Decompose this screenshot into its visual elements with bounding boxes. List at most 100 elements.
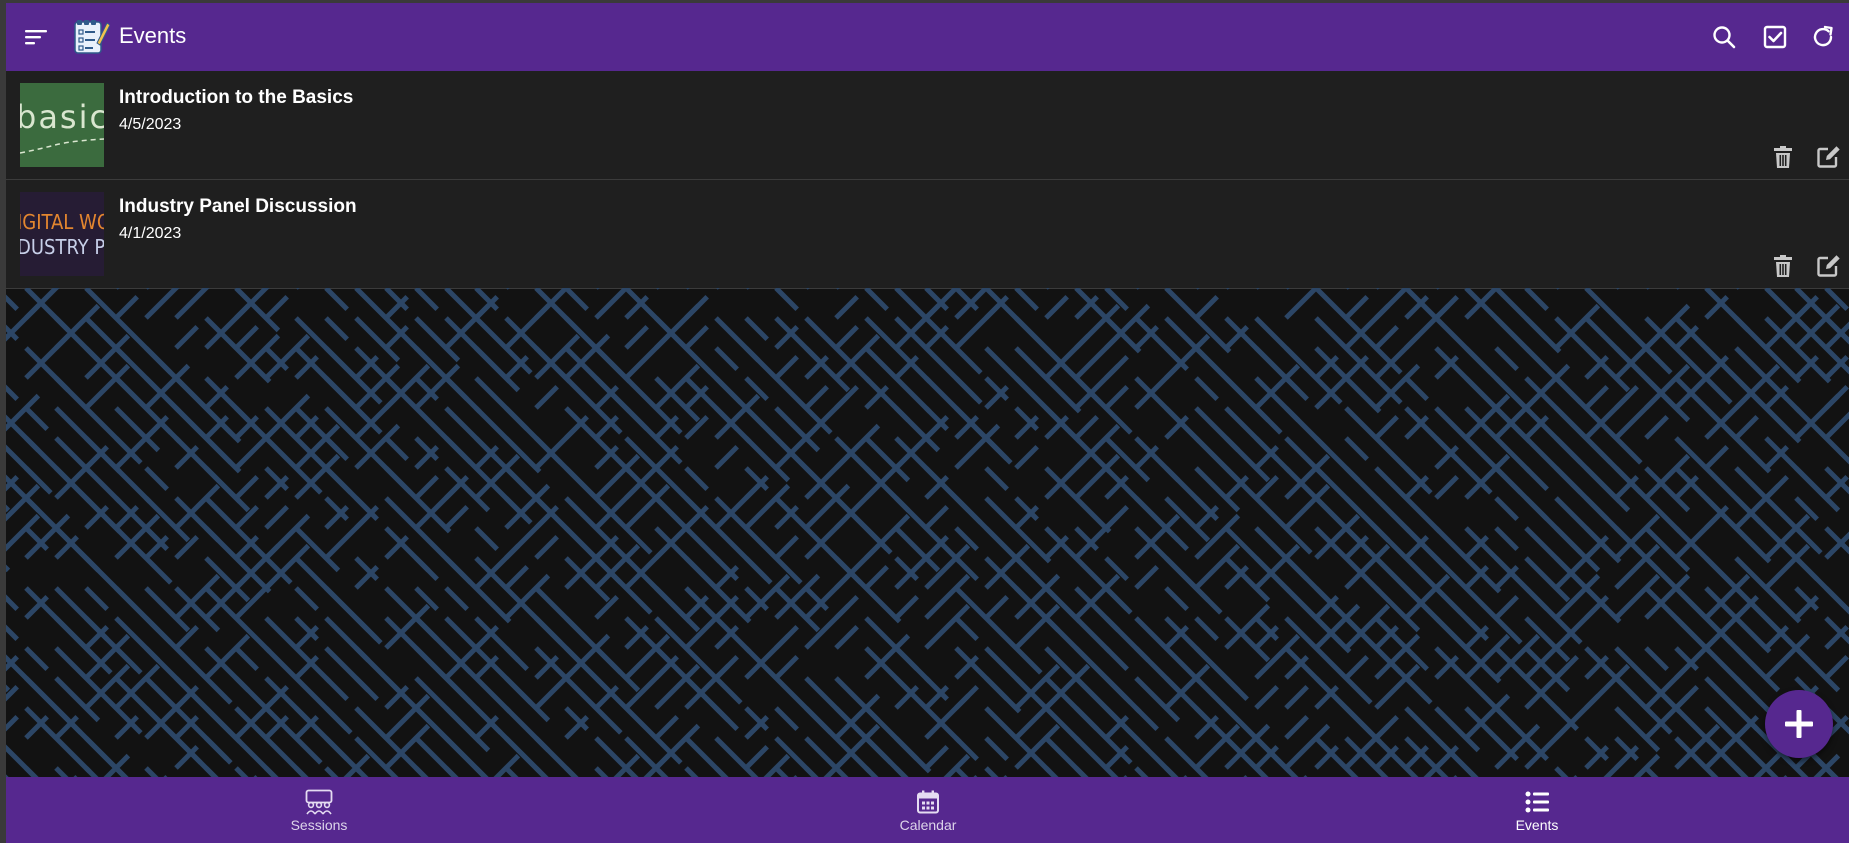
maze-line	[954, 685, 979, 710]
event-thumbnail: IGITAL WORL DUSTRY PAN	[20, 192, 104, 276]
maze-line	[744, 556, 769, 581]
maze-line	[984, 736, 1009, 761]
maze-line	[864, 346, 932, 414]
maze-line	[1164, 586, 1189, 611]
maze-line	[984, 436, 1009, 461]
maze-line	[504, 646, 529, 671]
maze-line	[324, 316, 349, 341]
maze-line	[834, 556, 902, 624]
maze-line	[804, 385, 829, 410]
maze-line	[264, 616, 332, 684]
maze-line	[6, 294, 19, 311]
trash-icon[interactable]	[1769, 252, 1797, 280]
maze-line	[1374, 325, 1399, 350]
maze-line	[804, 706, 872, 774]
maze-line	[984, 496, 1052, 564]
maze-line	[1584, 496, 1609, 521]
maze-line	[804, 316, 872, 384]
maze-line	[1584, 385, 1609, 410]
maze-line	[1344, 295, 1369, 320]
maze-line	[24, 646, 49, 671]
maze-line	[534, 385, 559, 410]
add-event-button[interactable]	[1765, 690, 1833, 758]
app-window: Events basic Introduction to the Basics …	[6, 3, 1849, 843]
maze-line	[654, 496, 722, 564]
maze-line	[1344, 655, 1369, 680]
maze-line	[384, 436, 409, 461]
maze-line	[114, 376, 182, 444]
maze-line	[1044, 295, 1069, 320]
maze-line	[1044, 466, 1112, 534]
maze-line	[1074, 706, 1099, 731]
maze-line	[1314, 526, 1382, 594]
edit-icon[interactable]	[1814, 252, 1842, 280]
maze-line	[1764, 475, 1789, 500]
maze-line	[204, 526, 272, 594]
maze-line	[534, 535, 559, 560]
maze-line	[444, 505, 469, 530]
maze-line	[1734, 316, 1802, 384]
maze-line	[864, 565, 889, 590]
maze-line	[864, 736, 889, 761]
maze-line	[1014, 676, 1082, 744]
maze-line	[1734, 556, 1802, 624]
maze-line	[834, 595, 859, 620]
maze-line	[714, 346, 739, 371]
nav-item-events[interactable]: Events	[1437, 777, 1637, 843]
events-list: basic Introduction to the Basics 4/5/202…	[6, 71, 1849, 289]
maze-line	[924, 505, 949, 530]
maze-line	[1164, 526, 1189, 551]
maze-line	[1494, 496, 1519, 521]
maze-line	[1194, 295, 1219, 320]
maze-line	[1644, 415, 1669, 440]
maze-line	[1644, 646, 1669, 671]
maze-line	[144, 466, 169, 491]
event-date: 4/5/2023	[119, 116, 182, 133]
maze-line	[324, 288, 349, 311]
maze-line	[324, 736, 349, 761]
maze-line	[1494, 595, 1519, 620]
maze-line	[1794, 406, 1849, 465]
maze-background	[6, 288, 1849, 778]
maze-line	[444, 586, 469, 611]
maze-line	[1824, 655, 1849, 680]
maze-line	[1434, 616, 1502, 684]
maze-line	[684, 556, 752, 624]
maze-line	[1074, 415, 1099, 440]
maze-line	[204, 736, 229, 761]
nav-item-calendar[interactable]: Calendar	[828, 777, 1028, 843]
maze-line	[54, 436, 122, 504]
sessions-icon	[305, 789, 333, 815]
maze-line	[6, 654, 11, 663]
maze-line	[1794, 556, 1819, 581]
maze-line	[624, 325, 649, 350]
maze-line	[1134, 706, 1159, 731]
checkbox-icon[interactable]	[1761, 23, 1789, 51]
maze-line	[294, 586, 319, 611]
maze-line	[444, 646, 512, 714]
trash-icon[interactable]	[1769, 143, 1797, 171]
maze-line	[1434, 526, 1502, 594]
nav-item-sessions[interactable]: Sessions	[219, 777, 419, 843]
edit-icon[interactable]	[1814, 143, 1842, 171]
maze-line	[894, 646, 919, 671]
maze-line	[444, 556, 512, 624]
event-date: 4/1/2023	[119, 225, 182, 242]
search-icon[interactable]	[1710, 23, 1738, 51]
maze-line	[1284, 685, 1309, 710]
maze-line	[774, 706, 799, 731]
maze-line	[6, 594, 19, 611]
event-row[interactable]: IGITAL WORL DUSTRY PAN Industry Panel Di…	[6, 180, 1849, 289]
svg-text:DUSTRY PAN: DUSTRY PAN	[20, 235, 104, 259]
maze-line	[444, 376, 469, 401]
maze-line	[114, 295, 139, 320]
menu-icon[interactable]	[22, 23, 50, 51]
maze-line	[744, 745, 769, 770]
maze-line	[1014, 288, 1039, 311]
refresh-icon[interactable]	[1809, 23, 1837, 51]
svg-text:IGITAL WORL: IGITAL WORL	[20, 210, 104, 234]
event-row[interactable]: basic Introduction to the Basics 4/5/202…	[6, 71, 1849, 180]
maze-line	[1014, 445, 1039, 470]
maze-line	[774, 355, 799, 380]
maze-line	[174, 325, 199, 350]
